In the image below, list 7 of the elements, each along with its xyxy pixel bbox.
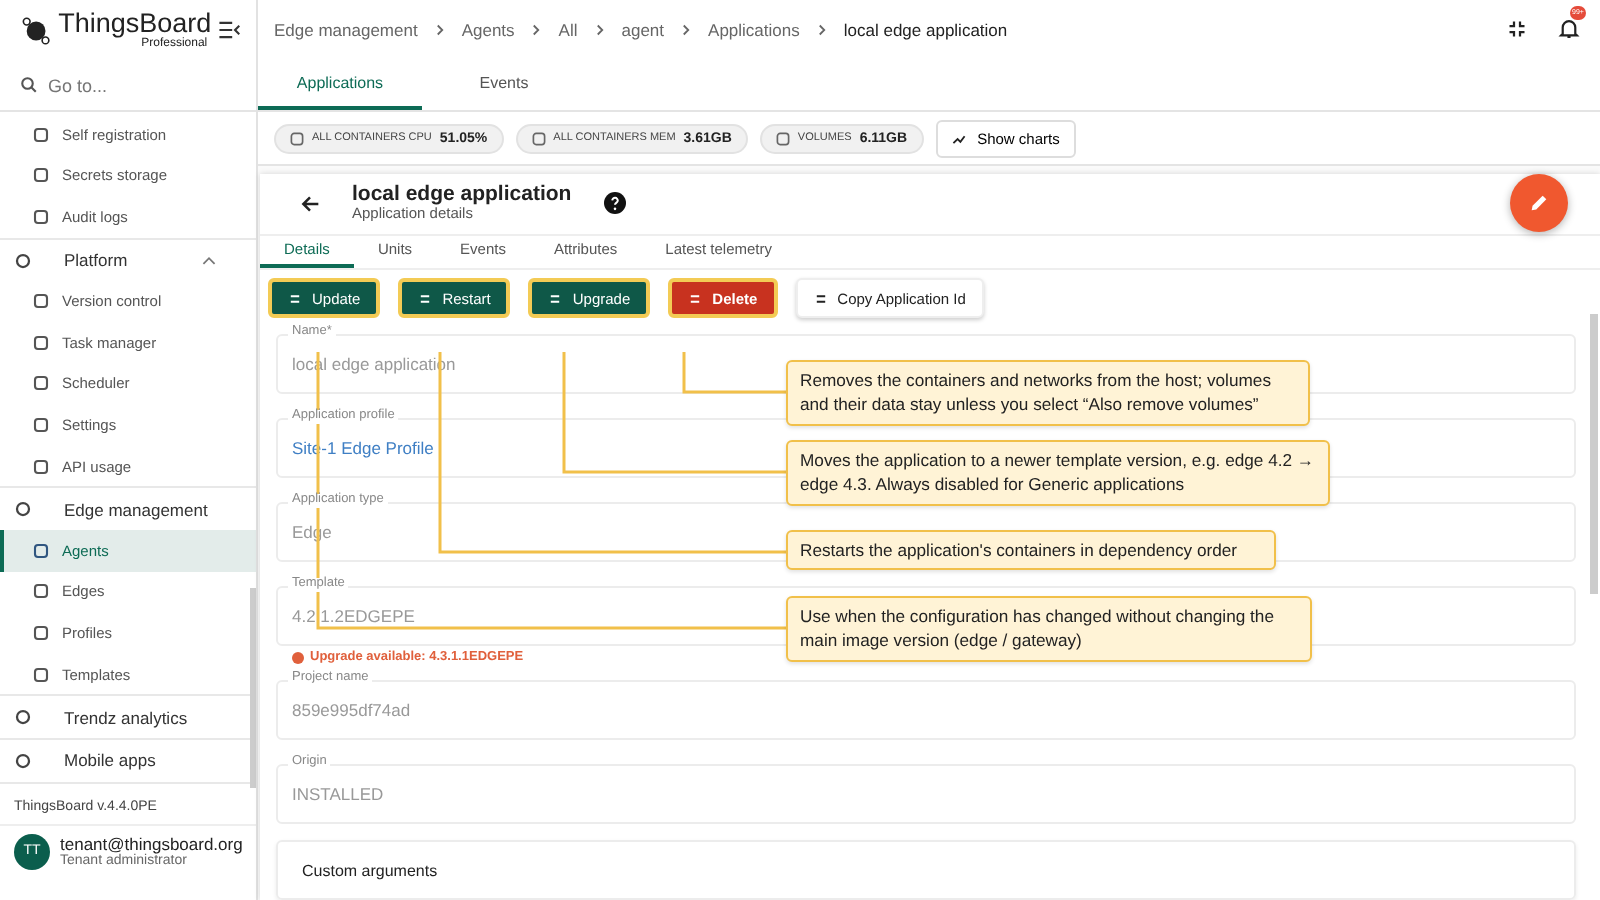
annotation-tooltip: Removes the containers and networks from the host; volumes and their data stay unless you select “Also remove volumes” (786, 360, 1310, 426)
user-email: tenant@thingsboard.org (60, 833, 243, 854)
brand-name: ThingsBoard (58, 10, 212, 38)
details-title: local edge application (352, 183, 572, 207)
annotation-tooltip: Moves the application to a newer template version, e.g. edge 4.2 → edge 4.3. Always disabled for Generic applications (786, 440, 1330, 506)
annotation-tooltip: Use when the configuration has changed without changing the main image version (edge / gateway) (786, 596, 1312, 662)
annotation-tooltip: Restarts the application's containers in dependency order (786, 530, 1276, 571)
